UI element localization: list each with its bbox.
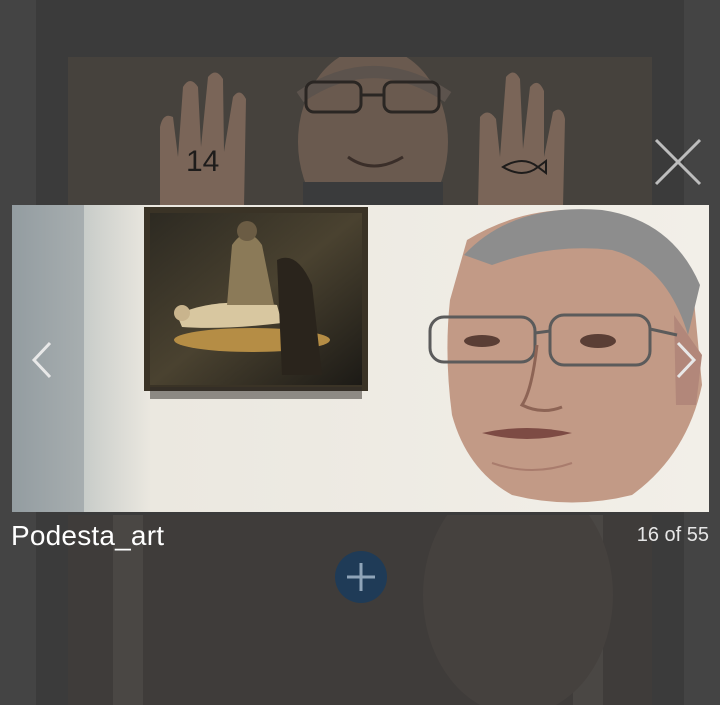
next-image-button[interactable] [670,340,700,380]
chevron-left-icon [31,341,52,379]
background-photo: 14 [68,57,652,207]
left-hand-text: 14 [186,145,220,178]
background-photo-graphic [68,57,652,207]
image-caption: Podesta_art [11,520,165,551]
close-icon [654,138,702,186]
chevron-right-icon [676,341,697,379]
lightbox-image [12,205,709,512]
close-button[interactable] [652,136,704,188]
image-counter: 16 of 55 [636,524,709,546]
image-graphic [12,205,709,512]
previous-image-button[interactable] [28,340,58,380]
plus-icon [347,563,375,591]
add-button[interactable] [335,551,387,603]
